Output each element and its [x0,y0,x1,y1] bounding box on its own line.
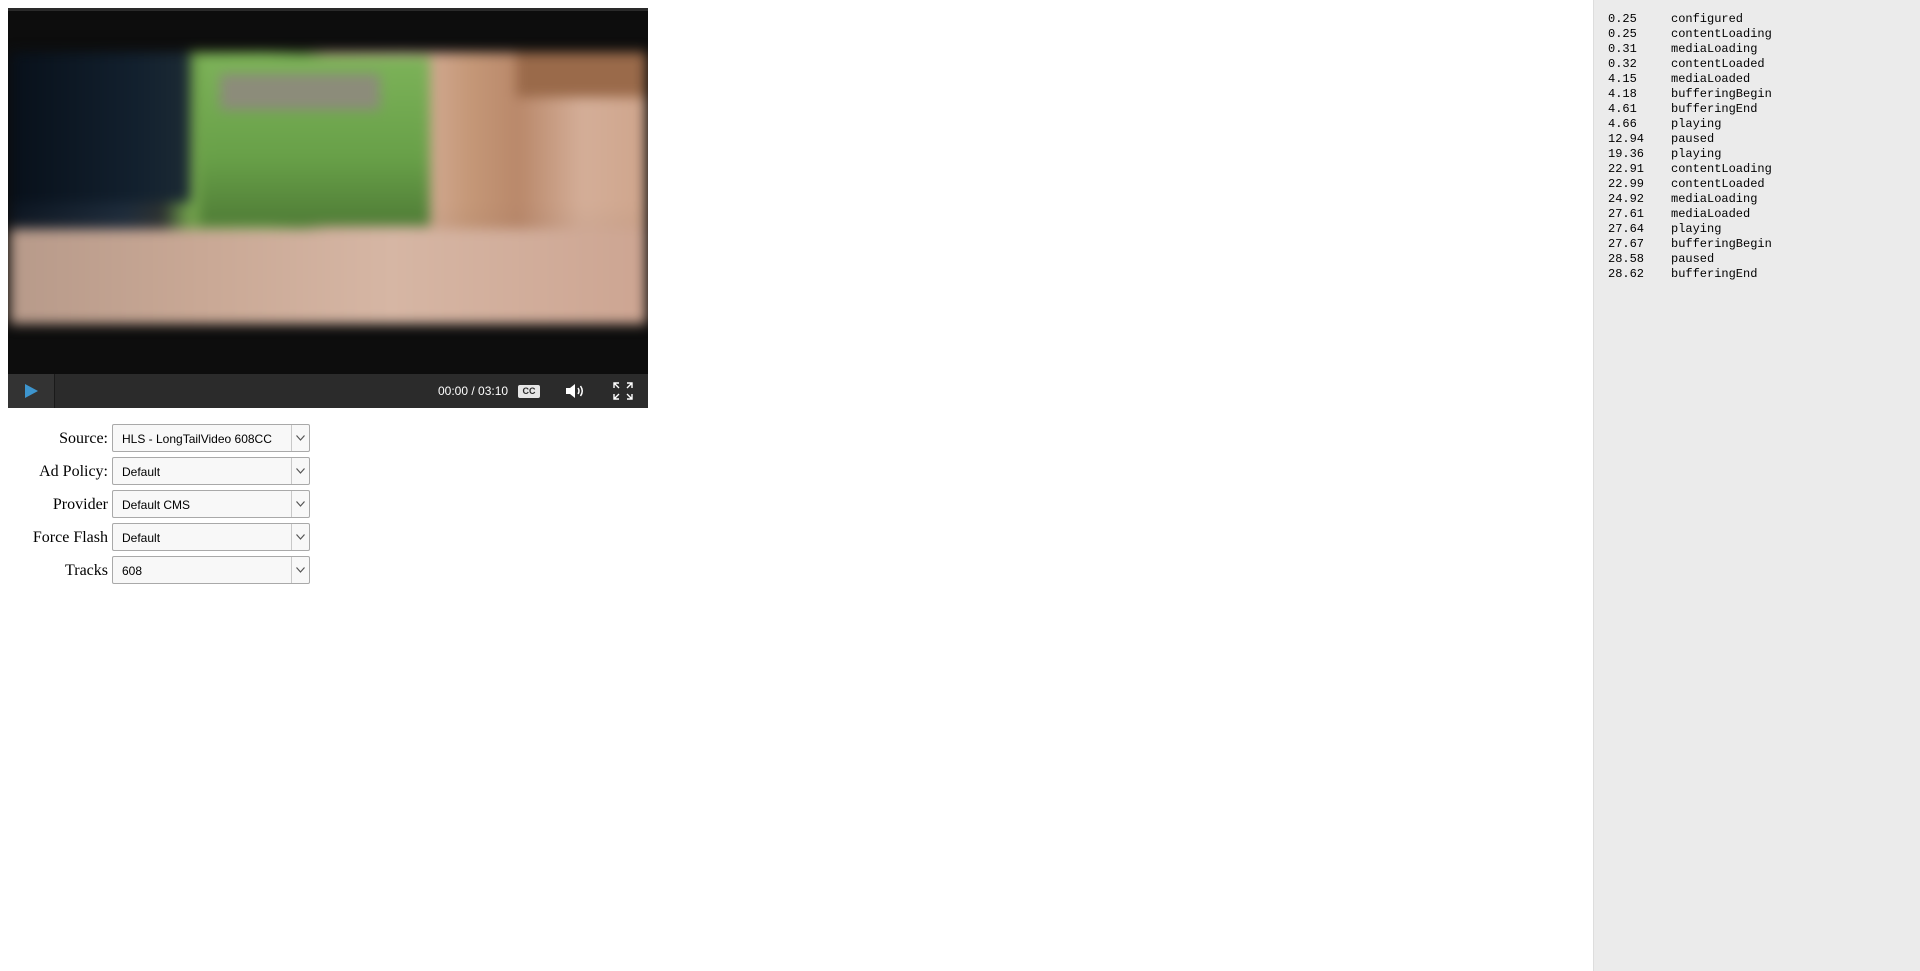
log-row: 0.31 mediaLoading [1608,42,1772,57]
fullscreen-icon [613,382,633,400]
log-event: playing [1671,147,1722,161]
log-event: configured [1671,12,1744,26]
video-frame[interactable] [10,52,646,324]
log-event: mediaLoading [1671,42,1758,56]
video-brown-region [516,52,646,97]
chevron-down-icon [291,425,309,451]
log-time: 0.32 [1608,57,1637,71]
log-row: 4.61 bufferingEnd [1608,102,1772,117]
cc-button[interactable]: CC [518,385,540,398]
log-time: 28.62 [1608,267,1645,281]
provider-select[interactable]: Default CMS [112,490,310,518]
log-row: 4.15 mediaLoaded [1608,72,1772,87]
log-row: 24.92 mediaLoading [1608,192,1772,207]
log-event: contentLoaded [1671,57,1765,71]
log-row: 0.25 contentLoading [1608,27,1772,42]
log-row: 4.66 playing [1608,117,1772,132]
log-row: 27.61 mediaLoaded [1608,207,1772,222]
log-event: contentLoading [1671,162,1772,176]
log-event: contentLoading [1671,27,1772,41]
volume-icon [566,384,583,398]
time-display: 00:00 / 03:10 [438,384,509,398]
log-event: mediaLoaded [1671,207,1751,221]
log-event: bufferingBegin [1671,87,1772,101]
force-flash-select[interactable]: Default [112,523,310,551]
play-icon [25,384,38,398]
log-row: 0.25 configured [1608,12,1772,27]
event-log: 0.25 configured 0.25 contentLoading 0.31 me… [1608,12,1772,282]
page: 00:00 / 03:10 CC Source: HLS - LongTailV… [0,0,1920,971]
log-time: 12.94 [1608,132,1645,146]
log-event: bufferingBegin [1671,237,1772,251]
tracks-label: Tracks [65,562,108,579]
log-time: 22.99 [1608,177,1645,191]
volume-button[interactable] [564,382,588,400]
force-flash-label: Force Flash [32,529,108,546]
log-event: bufferingEnd [1671,102,1758,116]
tracks-select[interactable]: 608 [112,556,310,584]
log-time: 4.61 [1608,102,1637,116]
log-time: 4.66 [1608,117,1637,131]
ad-policy-value: Default [122,465,161,479]
log-time: 19.36 [1608,147,1645,161]
log-time: 27.64 [1608,222,1645,236]
log-row: 19.36 playing [1608,147,1772,162]
provider-label: Provider [52,496,108,513]
log-time: 0.31 [1608,42,1637,56]
source-select[interactable]: HLS - LongTailVideo 608CC [112,424,310,452]
control-bar: 00:00 / 03:10 CC [8,374,648,408]
log-row: 12.94 paused [1608,132,1772,147]
log-time: 0.25 [1608,27,1637,41]
video-box-label [220,74,380,110]
log-time: 4.18 [1608,87,1637,101]
video-player[interactable]: 00:00 / 03:10 CC [8,8,648,408]
event-log-panel[interactable]: 0.25 configured 0.25 contentLoading 0.31 me… [1593,0,1920,971]
log-row: 4.18 bufferingBegin [1608,87,1772,102]
log-time: 24.92 [1608,192,1645,206]
source-value: HLS - LongTailVideo 608CC [122,432,272,446]
ad-policy-label: Ad Policy: [39,463,108,480]
log-row: 28.62 bufferingEnd [1608,267,1772,282]
chevron-down-icon [291,557,309,583]
log-time: 28.58 [1608,252,1645,266]
log-event: bufferingEnd [1671,267,1758,281]
chevron-down-icon [291,458,309,484]
log-time: 27.61 [1608,207,1645,221]
play-button[interactable] [8,374,55,408]
player-top-strip [8,8,648,11]
log-row: 27.64 playing [1608,222,1772,237]
log-time: 4.15 [1608,72,1637,86]
tracks-value: 608 [122,564,143,578]
log-row: 27.67 bufferingBegin [1608,237,1772,252]
log-time: 27.67 [1608,237,1645,251]
log-row: 28.58 paused [1608,252,1772,267]
log-time: 22.91 [1608,162,1645,176]
log-event: paused [1671,132,1715,146]
provider-value: Default CMS [122,498,191,512]
log-time: 0.25 [1608,12,1637,26]
video-dark-region [10,52,190,202]
video-shelf [10,229,646,324]
log-event: contentLoaded [1671,177,1765,191]
log-event: playing [1671,222,1722,236]
chevron-down-icon [291,491,309,517]
force-flash-value: Default [122,531,161,545]
log-row: 22.91 contentLoading [1608,162,1772,177]
log-event: playing [1671,117,1722,131]
log-event: mediaLoaded [1671,72,1751,86]
log-row: 0.32 contentLoaded [1608,57,1772,72]
ad-policy-select[interactable]: Default [112,457,310,485]
source-label: Source: [59,430,108,447]
fullscreen-button[interactable] [613,382,633,400]
log-event: mediaLoading [1671,192,1758,206]
chevron-down-icon [291,524,309,550]
log-event: paused [1671,252,1715,266]
log-row: 22.99 contentLoaded [1608,177,1772,192]
